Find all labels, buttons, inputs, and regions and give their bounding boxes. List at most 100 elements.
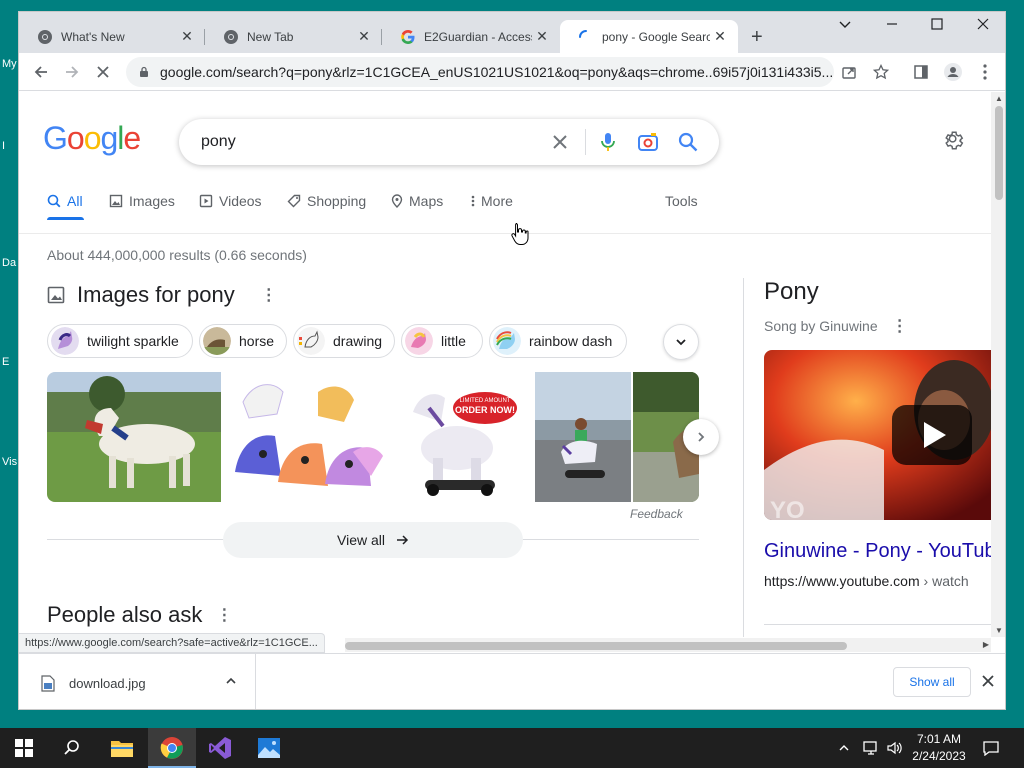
minimize-icon[interactable] [877, 17, 907, 33]
system-clock[interactable]: 7:01 AM 2/24/2023 [906, 731, 972, 765]
settings-gear-icon[interactable] [943, 130, 965, 152]
browser-window: What's New ✕ New Tab ✕ E2Guardian - Acce… [18, 11, 1006, 710]
side-panel-icon[interactable] [909, 60, 933, 84]
video-thumbnail[interactable]: YO [764, 350, 991, 520]
chip-drawing[interactable]: drawing [293, 324, 395, 358]
tab-more[interactable]: More [471, 193, 513, 209]
download-filename: download.jpg [69, 675, 146, 691]
view-all-button[interactable]: View all [223, 522, 523, 558]
show-hidden-icons-chevron-icon[interactable] [838, 728, 850, 768]
search-icon[interactable] [677, 131, 699, 153]
search-icon [47, 194, 61, 208]
chip-horse[interactable]: horse [199, 324, 287, 358]
taskbar-file-explorer[interactable] [98, 728, 146, 768]
tab-all[interactable]: All [47, 193, 83, 209]
search-box-divider [585, 129, 586, 155]
close-icon[interactable] [980, 673, 996, 689]
tab-videos[interactable]: Videos [199, 193, 262, 209]
knowledge-panel-divider [764, 624, 991, 625]
chip-thumbnail [203, 327, 231, 355]
start-button[interactable] [0, 728, 48, 768]
window-close-icon[interactable] [968, 17, 998, 33]
microphone-icon[interactable] [597, 131, 619, 153]
share-icon[interactable] [837, 60, 861, 84]
vertical-scrollbar[interactable]: ▲ ▼ [991, 92, 1005, 637]
clock-date: 2/24/2023 [912, 749, 966, 763]
profile-avatar-icon[interactable] [941, 60, 965, 84]
url-text[interactable]: google.com/search?q=pony&rlz=1C1GCEA_enU… [160, 64, 834, 80]
tab-search-chevron-icon[interactable] [830, 17, 860, 33]
image-result-child-riding[interactable] [535, 372, 631, 502]
close-icon[interactable]: ✕ [177, 28, 197, 45]
horizontal-scrollbar[interactable]: ▶ [345, 638, 991, 652]
address-bar[interactable]: google.com/search?q=pony&rlz=1C1GCEA_enU… [126, 57, 834, 87]
menu-kebab-icon[interactable] [973, 60, 997, 84]
tab-e2guardian[interactable]: E2Guardian - Access ✕ [382, 20, 560, 53]
search-input[interactable]: pony [201, 133, 236, 151]
feedback-link[interactable]: Feedback [630, 507, 683, 521]
scroll-right-arrow-icon[interactable]: ▶ [983, 640, 989, 649]
clear-search-icon[interactable] [549, 131, 571, 153]
scroll-up-arrow-icon[interactable]: ▲ [995, 94, 1003, 103]
chip-little[interactable]: little [401, 324, 483, 358]
stop-loading-icon[interactable] [91, 60, 115, 84]
download-item[interactable]: download.jpg [19, 654, 256, 709]
notifications-icon[interactable] [982, 728, 1000, 768]
file-icon [41, 674, 55, 692]
show-all-button[interactable]: Show all [893, 667, 971, 697]
tab-shopping[interactable]: Shopping [287, 193, 366, 209]
google-logo[interactable]: Google [43, 120, 141, 157]
video-watermark: YO [770, 497, 805, 520]
tab-maps[interactable]: Maps [391, 193, 443, 209]
close-icon[interactable]: ✕ [532, 28, 552, 45]
taskbar-chrome[interactable] [148, 728, 196, 768]
image-result-pony-field[interactable] [47, 372, 221, 502]
chrome-icon [224, 29, 238, 44]
nav-divider [19, 233, 991, 234]
taskbar-photos[interactable] [245, 728, 293, 768]
close-icon[interactable]: ✕ [710, 28, 730, 45]
chip-rainbow-dash[interactable]: rainbow dash [489, 324, 627, 358]
search-box[interactable]: pony [179, 119, 719, 165]
knowledge-panel-divider [743, 278, 744, 637]
search-icon [64, 740, 79, 755]
images-heading[interactable]: Images for pony [77, 282, 235, 308]
active-tab-underline [47, 217, 84, 220]
next-images-arrow-icon[interactable] [683, 419, 719, 455]
video-title-link[interactable]: Ginuwine - Pony - YouTube [764, 540, 991, 563]
camera-lens-icon[interactable] [637, 131, 659, 153]
forward-arrow-icon[interactable] [60, 60, 84, 84]
taskbar-visual-studio[interactable] [196, 728, 244, 768]
chrome-icon [38, 29, 52, 44]
scrollbar-thumb[interactable] [995, 106, 1003, 200]
volume-icon[interactable] [886, 728, 902, 768]
image-result-cartoon-ponies[interactable] [223, 372, 397, 502]
windows-logo-icon [15, 739, 33, 757]
bookmark-star-icon[interactable] [869, 60, 893, 84]
hand-cursor-icon [511, 223, 529, 245]
close-icon[interactable]: ✕ [354, 28, 374, 45]
new-tab-plus-icon[interactable]: + [751, 26, 763, 49]
more-options-icon[interactable]: ⋮ [892, 316, 908, 336]
chips-expand-chevron-icon[interactable] [663, 324, 699, 360]
tab-pony-search[interactable]: pony - Google Search ✕ [560, 20, 738, 53]
tools-button[interactable]: Tools [665, 193, 698, 209]
maximize-icon[interactable] [922, 17, 952, 33]
chip-twilight-sparkle[interactable]: twilight sparkle [47, 324, 193, 358]
scroll-down-arrow-icon[interactable]: ▼ [995, 626, 1003, 635]
clock-time: 7:01 AM [916, 732, 962, 746]
tab-images[interactable]: Images [109, 193, 175, 209]
tab-new-tab[interactable]: New Tab ✕ [205, 20, 382, 53]
desktop-icon-label: I [2, 140, 6, 152]
more-options-icon[interactable]: ⋮ [261, 285, 277, 305]
scrollbar-thumb[interactable] [345, 642, 847, 650]
more-options-icon[interactable]: ⋮ [216, 605, 232, 625]
google-results-page: Google pony All Images Videos Shopping M… [19, 92, 991, 637]
back-arrow-icon[interactable] [29, 60, 53, 84]
chevron-up-icon[interactable] [225, 675, 237, 687]
tab-whats-new[interactable]: What's New ✕ [19, 20, 205, 53]
search-button[interactable] [48, 728, 96, 768]
lock-icon[interactable] [138, 66, 150, 78]
image-result-ride-on-pony[interactable]: LIMITED AMOUNT ORDER NOW! [399, 372, 533, 502]
network-icon[interactable] [862, 728, 880, 768]
